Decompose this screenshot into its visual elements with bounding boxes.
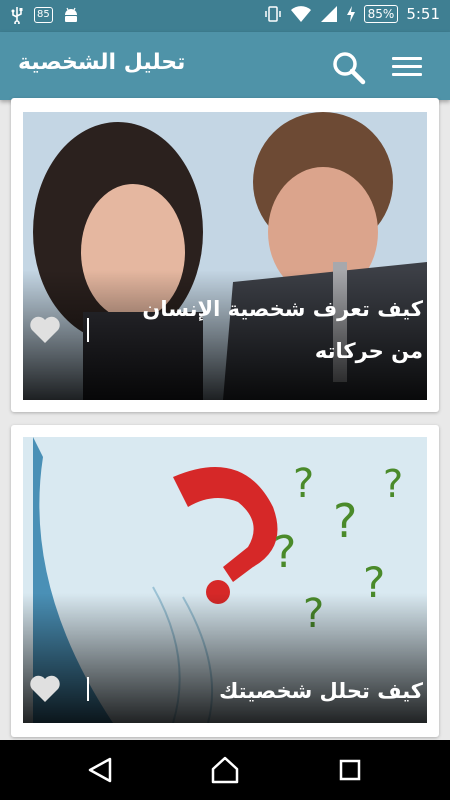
heart-icon[interactable]: [29, 316, 61, 344]
recents-icon[interactable]: [336, 756, 364, 784]
back-icon[interactable]: [86, 756, 114, 784]
search-icon[interactable]: [330, 49, 366, 85]
title-divider: [87, 677, 89, 701]
status-bar: 85 85% 5:51: [0, 0, 450, 32]
usb-icon: [11, 7, 23, 24]
status-time: 5:51: [406, 5, 440, 23]
menu-line: [392, 73, 422, 76]
battery-icon: 85%: [363, 5, 399, 23]
status-left-icons: 85: [10, 6, 79, 24]
menu-line: [392, 57, 422, 60]
android-icon: [64, 7, 77, 22]
app-bar: تحليل الشخصية: [0, 32, 450, 100]
system-nav-bar: [0, 740, 450, 800]
svg-text:?: ?: [293, 461, 314, 507]
svg-text:?: ?: [273, 527, 296, 578]
menu-line: [392, 65, 422, 68]
notification-badge-icon: 85: [34, 7, 53, 23]
article-card[interactable]: ? ? ? ? ? ? كيف تحلل شخصيتك: [11, 425, 439, 737]
article-card[interactable]: كيف تعرف شخصية الإنسان من حركاته: [11, 98, 439, 412]
svg-text:?: ?: [333, 494, 357, 548]
svg-text:?: ?: [383, 462, 403, 506]
wifi-icon: [290, 6, 311, 22]
title-divider: [87, 318, 89, 342]
menu-icon[interactable]: [392, 52, 422, 82]
app-title: تحليل الشخصية: [18, 50, 186, 75]
charging-icon: [346, 6, 355, 22]
heart-icon[interactable]: [29, 675, 61, 703]
vibrate-icon: [264, 6, 281, 22]
cell-signal-icon: [320, 6, 337, 22]
home-icon[interactable]: [211, 756, 239, 784]
status-right-icons: 85% 5:51: [264, 5, 440, 23]
article-title[interactable]: كيف تحلل شخصيتك: [133, 670, 423, 712]
article-title[interactable]: كيف تعرف شخصية الإنسان من حركاته: [133, 288, 423, 372]
